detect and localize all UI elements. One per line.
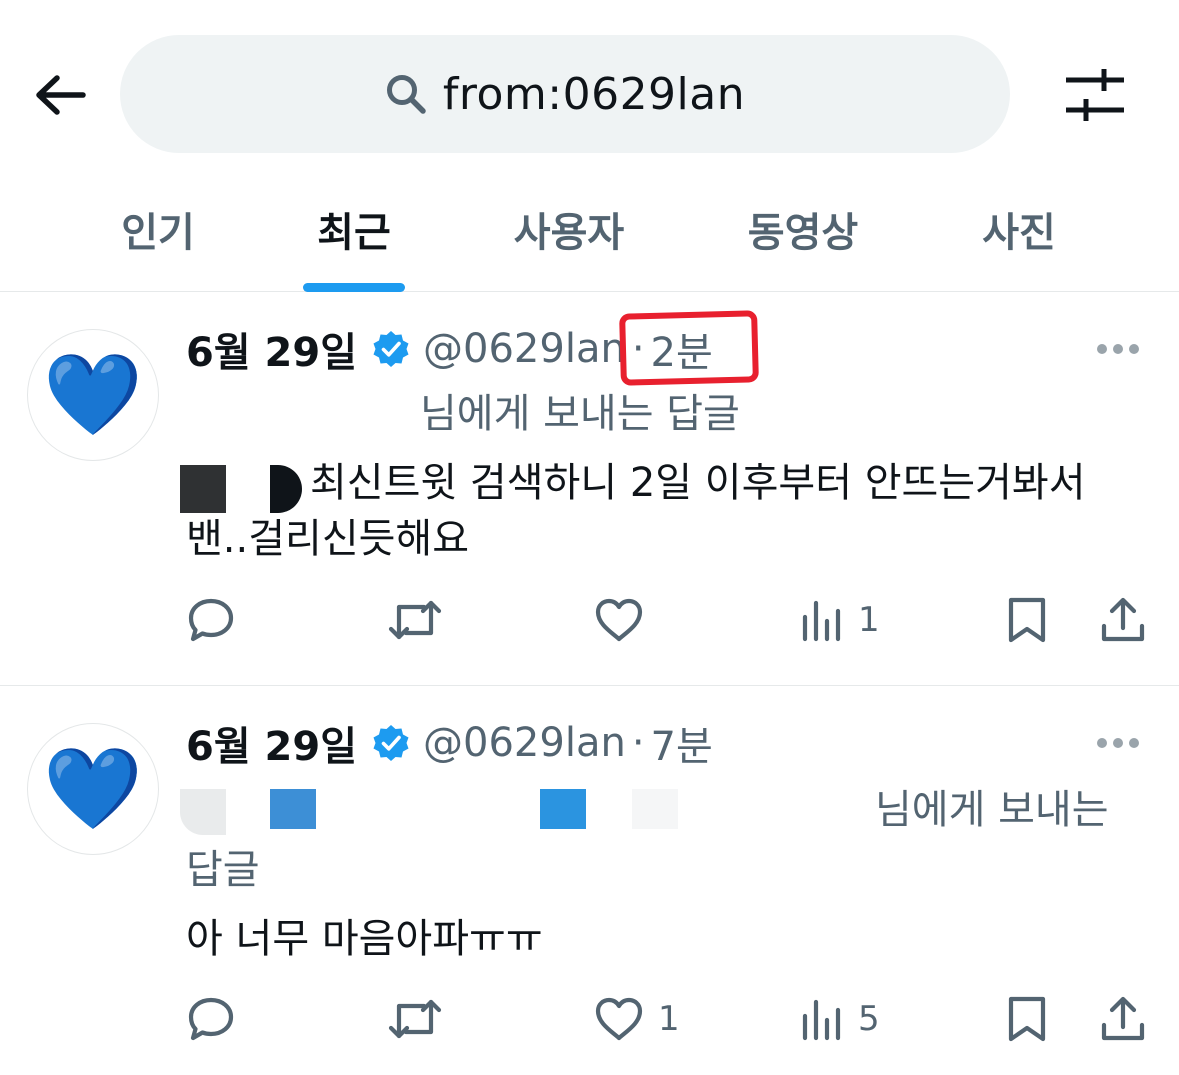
share-icon <box>1101 996 1145 1041</box>
light-blue-heart-icon: 💙 <box>43 348 143 441</box>
reply-to-line-continued: 답글 <box>186 847 260 893</box>
reply-button[interactable] <box>186 590 236 650</box>
redacted-block <box>180 789 226 835</box>
reply-to-line: 님에게 보내는 답글 <box>420 391 740 437</box>
timestamp[interactable]: 7분 <box>651 714 713 772</box>
more-icon <box>1097 344 1107 354</box>
views-icon <box>802 600 841 642</box>
views-button[interactable]: 1 <box>800 590 880 650</box>
tab-top[interactable]: 인기 <box>121 200 195 258</box>
tweet-actions: 1 <box>0 590 1179 650</box>
retweet-icon <box>388 999 442 1039</box>
like-count: 1 <box>658 999 680 1039</box>
reply-to-line: 님에게 보내는 <box>875 787 1109 833</box>
bookmark-button[interactable] <box>1006 590 1048 650</box>
share-button[interactable] <box>1100 590 1146 650</box>
search-filter-button[interactable] <box>1064 66 1126 124</box>
separator: · <box>631 720 645 766</box>
redacted-block <box>270 465 302 513</box>
more-button[interactable] <box>1097 337 1141 361</box>
retweet-button[interactable] <box>388 989 442 1049</box>
search-icon <box>386 75 426 114</box>
search-query: from:0629lan <box>442 68 746 120</box>
back-arrow-icon <box>36 75 86 115</box>
tweet-actions: 1 5 <box>0 989 1179 1049</box>
more-button[interactable] <box>1097 731 1141 755</box>
tab-latest[interactable]: 최근 <box>317 200 391 258</box>
redacted-block <box>540 789 586 829</box>
like-button[interactable] <box>594 590 644 650</box>
redacted-reply-target <box>172 386 412 436</box>
tweet[interactable]: 💙 6월 29일 @0629lan · 7분 님에게 보내는 답글 아 너무 마… <box>0 687 1179 1075</box>
tab-people[interactable]: 사용자 <box>514 200 624 258</box>
reply-icon <box>188 598 234 642</box>
like-icon <box>595 997 643 1041</box>
handle[interactable]: @0629lan <box>423 720 626 766</box>
search-tabs: 인기 최근 사용자 동영상 사진 <box>0 180 1179 292</box>
like-icon <box>595 598 643 642</box>
share-icon <box>1101 597 1145 642</box>
views-count: 1 <box>858 600 880 640</box>
redacted-block <box>180 465 226 513</box>
tab-videos[interactable]: 동영상 <box>748 200 858 258</box>
search-header: from:0629lan <box>0 0 1179 180</box>
tweet-header: 6월 29일 @0629lan · 7분 <box>186 714 713 772</box>
back-button[interactable] <box>30 70 90 120</box>
filter-icon <box>1066 69 1124 121</box>
bookmark-button[interactable] <box>1006 989 1048 1049</box>
bookmark-icon <box>1008 597 1046 643</box>
verified-badge-icon <box>373 725 409 761</box>
tweet-text-line: 아 너무 마음아파ㅠㅠ <box>186 916 543 962</box>
views-button[interactable]: 5 <box>800 989 880 1049</box>
like-button[interactable]: 1 <box>594 989 680 1049</box>
tweet[interactable]: 💙 6월 29일 @0629lan · 2분 님에게 보내는 답글 최신트윗 검… <box>0 293 1179 686</box>
display-name[interactable]: 6월 29일 <box>186 320 357 378</box>
search-input[interactable]: from:0629lan <box>120 35 1010 153</box>
reply-icon <box>188 997 234 1041</box>
reply-button[interactable] <box>186 989 236 1049</box>
tweet-text-line: 최신트윗 검색하니 2일 이후부터 안뜨는거봐서 <box>310 460 1086 506</box>
views-icon <box>802 999 841 1041</box>
share-button[interactable] <box>1100 989 1146 1049</box>
red-annotation-circle <box>619 310 759 386</box>
redacted-block <box>270 789 316 829</box>
avatar[interactable]: 💙 <box>27 329 159 461</box>
handle[interactable]: @0629lan <box>423 326 626 372</box>
tweet-text-line: 밴..걸리신듯해요 <box>186 516 470 562</box>
redacted-block <box>632 789 678 829</box>
active-tab-indicator <box>303 283 405 292</box>
bookmark-icon <box>1008 996 1046 1042</box>
verified-badge-icon <box>373 331 409 367</box>
retweet-button[interactable] <box>388 590 442 650</box>
display-name[interactable]: 6월 29일 <box>186 714 357 772</box>
retweet-icon <box>388 600 442 640</box>
light-blue-heart-icon: 💙 <box>43 742 143 835</box>
more-icon <box>1097 738 1107 748</box>
avatar[interactable]: 💙 <box>27 723 159 855</box>
tab-photos[interactable]: 사진 <box>982 200 1056 258</box>
views-count: 5 <box>858 999 880 1039</box>
